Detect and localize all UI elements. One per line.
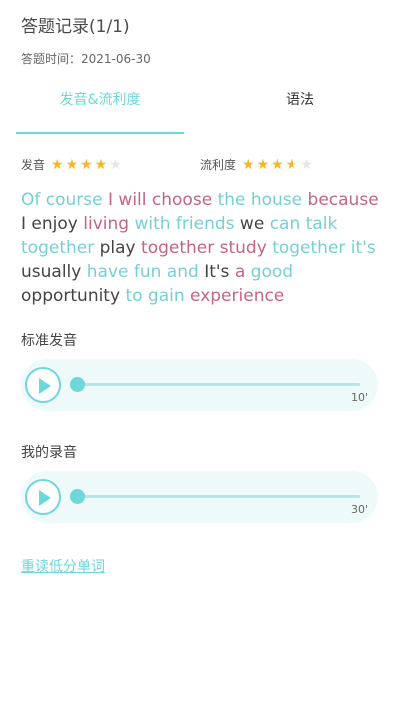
- sentence-word: to gain: [125, 286, 185, 306]
- sentence-word: opportunity: [21, 286, 121, 306]
- audio-progress-knob[interactable]: [70, 377, 85, 392]
- sentence-word: It's: [204, 262, 230, 282]
- sentence-word: usually: [21, 262, 82, 282]
- pronunciation-label: 发音: [21, 158, 46, 172]
- sentence-word: a: [234, 262, 246, 282]
- sentence-word: Of course: [21, 190, 103, 210]
- standard-audio-label: 标准发音: [21, 333, 77, 349]
- fluency-label: 流利度: [200, 158, 237, 172]
- sentence-word: we: [239, 214, 265, 234]
- tab-bar: 发音&流利度 语法: [0, 88, 400, 136]
- fluency-stars: ★★★★★ ★★★★★: [242, 157, 315, 173]
- my-recording-label: 我的录音: [21, 445, 77, 461]
- sentence-word: living: [83, 214, 130, 234]
- reread-low-score-words-link[interactable]: 重读低分单词: [21, 556, 105, 576]
- page-title: 答题记录(1/1): [21, 17, 130, 37]
- sentence-word: because: [307, 190, 379, 210]
- answer-date: 答题时间：2021-06-30: [21, 52, 151, 66]
- sentence-word: with friends: [134, 214, 235, 234]
- sentence-word: I enjoy: [21, 214, 78, 234]
- star-icon-row-filled: ★★★★★: [242, 156, 293, 173]
- tab-grammar[interactable]: 语法: [216, 88, 384, 136]
- sentence-word: good: [250, 262, 294, 282]
- my-recording-player: 30': [21, 471, 378, 523]
- fluency-rating: 流利度 ★★★★★ ★★★★★: [200, 156, 315, 173]
- sentence-word: experience: [190, 286, 285, 306]
- sentence-word: I will choose: [108, 190, 213, 210]
- sentence-word: together study: [141, 238, 267, 258]
- active-tab-indicator: [16, 132, 184, 134]
- audio-duration: 30': [350, 503, 368, 516]
- sentence-word: together it's: [272, 238, 376, 258]
- scored-sentence: Of course I will choose the house becaus…: [21, 188, 381, 308]
- audio-progress-track[interactable]: [77, 495, 360, 498]
- sentence-word: play: [99, 238, 136, 258]
- star-icon-row-filled: ★★★★★: [51, 156, 110, 173]
- play-icon[interactable]: [25, 479, 61, 515]
- pronunciation-rating: 发音 ★★★★★ ★★★★★: [21, 156, 124, 173]
- sentence-word: have fun and: [86, 262, 199, 282]
- audio-duration: 10': [350, 391, 368, 404]
- pronunciation-stars: ★★★★★ ★★★★★: [51, 157, 124, 173]
- sentence-word: the house: [217, 190, 303, 210]
- tab-pronunciation-fluency[interactable]: 发音&流利度: [16, 88, 184, 136]
- audio-progress-knob[interactable]: [70, 489, 85, 504]
- play-icon[interactable]: [25, 367, 61, 403]
- ratings-row: 发音 ★★★★★ ★★★★★ 流利度 ★★★★★ ★★★★★: [21, 156, 381, 178]
- standard-audio-player: 10': [21, 359, 378, 411]
- audio-progress-track[interactable]: [77, 383, 360, 386]
